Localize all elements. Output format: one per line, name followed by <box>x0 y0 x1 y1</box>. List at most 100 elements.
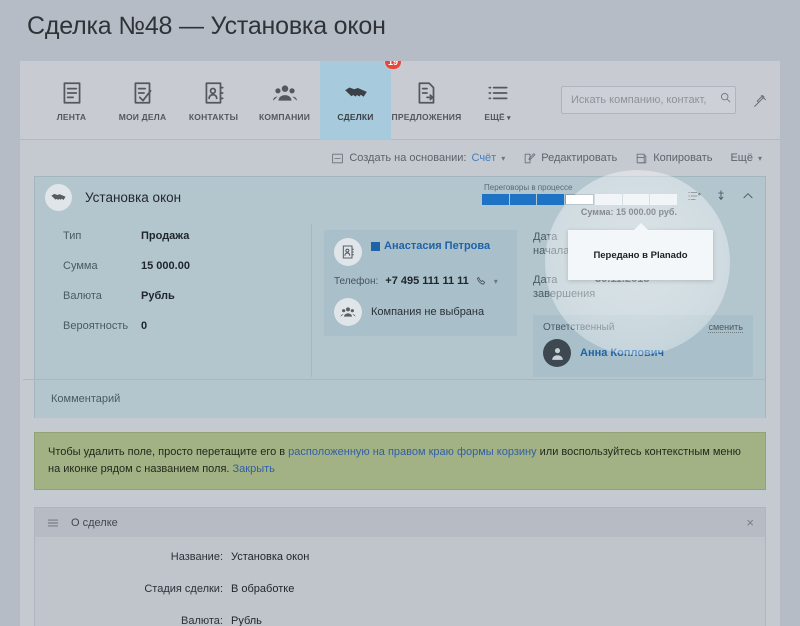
about-value: Рубль <box>231 615 262 626</box>
handshake-icon <box>45 184 72 211</box>
field-label: Валюта <box>63 290 102 302</box>
call-icon[interactable] <box>476 276 487 287</box>
page-title: Сделка №48 — Установка окон <box>27 12 386 40</box>
field-row: Сумма 15 000.00 <box>63 260 311 272</box>
field-row: Валюта Рубль <box>63 290 311 302</box>
search-input[interactable] <box>562 94 719 106</box>
progress-segment[interactable] <box>482 194 509 205</box>
field-value: 15 000.00 <box>141 260 190 272</box>
companies-icon <box>272 80 298 106</box>
nav-items: ЛЕНТА МОИ ДЕЛА КОНТАКТЫ КОМПАНИИ СДЕЛКИ … <box>36 61 533 140</box>
nav-item-kontakty[interactable]: КОНТАКТЫ <box>178 61 249 140</box>
deal-card: Установка окон Переговоры в процессе Сум… <box>23 176 766 419</box>
about-deal-body: Название: Установка окон Стадия сделки: … <box>35 537 765 626</box>
contact-card-icon <box>334 238 362 266</box>
deals-handshake-icon <box>343 80 369 106</box>
hint-close-link[interactable]: Закрыть <box>233 463 275 475</box>
chevron-up-icon[interactable] <box>741 189 755 203</box>
create-based-on-value[interactable]: Счёт <box>472 152 497 164</box>
nav-label: КОМПАНИИ <box>258 111 311 122</box>
responsible-header: Ответственный сменить <box>543 322 743 334</box>
feed-icon <box>59 80 85 106</box>
deal-card-header: Установка окон Переговоры в процессе Сум… <box>35 177 765 218</box>
deal-card-tools <box>687 189 755 203</box>
nav-label-text: ЕЩЁ <box>484 111 505 122</box>
responsible-label: Ответственный <box>543 322 615 334</box>
about-label: Название: <box>170 551 223 564</box>
edit-icon <box>523 152 536 165</box>
hint-text-before: Чтобы удалить поле, просто перетащите ег… <box>48 446 289 459</box>
about-row: Стадия сделки: В обработке <box>35 583 765 595</box>
nav-item-moi-dela[interactable]: МОИ ДЕЛА <box>107 61 178 140</box>
chevron-down-icon[interactable]: ▾ <box>494 277 498 286</box>
nav-item-lenta[interactable]: ЛЕНТА <box>36 61 107 140</box>
phone-value[interactable]: +7 495 111 11 11 <box>385 275 469 287</box>
comment-label[interactable]: Комментарий <box>23 379 765 418</box>
progress-segment-current[interactable] <box>565 194 594 205</box>
responsible-person[interactable]: Анна Коплович <box>543 339 743 368</box>
more-actions-button[interactable]: Ещё ▾ <box>730 152 762 164</box>
about-label: Стадия сделки: <box>144 583 223 596</box>
progress-segment[interactable] <box>594 194 622 205</box>
about-row: Название: Установка окон <box>35 551 765 563</box>
list-dropdown-icon[interactable] <box>687 189 701 203</box>
deal-stage-progress[interactable]: Переговоры в процессе Сумма: 15 000.00 р… <box>482 183 678 217</box>
responsible-box: Ответственный сменить Анна Коплович <box>533 315 753 378</box>
contacts-icon <box>201 80 227 106</box>
create-based-on-button[interactable]: Создать на основании: Счёт ▾ <box>331 152 505 165</box>
close-icon[interactable]: × <box>746 516 754 529</box>
contact-column: Анастасия Петрова Телефон: +7 495 111 11… <box>312 224 517 377</box>
copy-icon <box>635 152 648 165</box>
companies-icon <box>334 298 362 326</box>
field-value: Продажа <box>141 230 190 242</box>
nav-item-kompanii[interactable]: КОМПАНИИ <box>249 61 320 140</box>
progress-segment[interactable] <box>650 194 678 205</box>
search-icon[interactable] <box>719 91 738 109</box>
deal-sum-caption: Сумма: 15 000.00 руб. <box>580 207 677 217</box>
pin-icon[interactable] <box>714 189 728 203</box>
about-label: Валюта: <box>181 615 223 626</box>
company-row[interactable]: Компания не выбрана <box>334 298 507 326</box>
hint-link[interactable]: расположенную на правом краю формы корзи… <box>288 446 536 458</box>
nav-item-sdelki[interactable]: СДЕЛКИ 19 <box>320 61 402 140</box>
search-box[interactable] <box>561 86 736 114</box>
about-deal-header: О сделке × <box>35 508 765 538</box>
nav-label: ПРЕДЛОЖЕНИЯ <box>391 111 462 122</box>
nav-label: СДЕЛКИ <box>337 111 374 122</box>
progress-segment[interactable] <box>509 194 537 205</box>
edit-label: Редактировать <box>541 152 618 164</box>
chevron-down-icon[interactable]: ▾ <box>758 154 762 163</box>
progress-segment[interactable] <box>622 194 650 205</box>
copy-label: Копировать <box>653 152 713 164</box>
field-label: Тип <box>63 230 82 242</box>
pin-icon[interactable] <box>752 93 768 109</box>
avatar <box>543 339 571 368</box>
contact-badge-icon <box>371 241 380 251</box>
nav-label: ЛЕНТА <box>56 111 87 122</box>
field-label: Сумма <box>63 260 98 272</box>
nav-item-predlozheniya[interactable]: ПРЕДЛОЖЕНИЯ <box>391 61 462 140</box>
drag-handle-icon[interactable] <box>46 516 60 530</box>
edit-button[interactable]: Редактировать <box>523 152 617 165</box>
field-row: Тип Продажа <box>63 230 311 242</box>
field-value: 0 <box>141 320 148 332</box>
field-label: Вероятность <box>63 320 129 332</box>
create-icon <box>331 152 344 165</box>
copy-button[interactable]: Копировать <box>635 152 712 165</box>
app-window: ЛЕНТА МОИ ДЕЛА КОНТАКТЫ КОМПАНИИ СДЕЛКИ … <box>20 61 780 626</box>
field-row: Вероятность 0 <box>63 320 311 332</box>
about-value: В обработке <box>231 583 295 596</box>
chevron-down-icon[interactable]: ▾ <box>501 154 505 163</box>
change-responsible-link[interactable]: сменить <box>708 322 743 334</box>
progress-segment[interactable] <box>537 194 565 205</box>
nav-label: КОНТАКТЫ <box>188 111 239 122</box>
contact-box: Анастасия Петрова Телефон: +7 495 111 11… <box>324 230 517 336</box>
action-toolbar: Создать на основании: Счёт ▾ Редактирова… <box>20 140 780 176</box>
nav-label: МОИ ДЕЛА <box>118 111 167 122</box>
nav-item-eshe[interactable]: ЕЩЁ ▾ <box>462 61 533 140</box>
nav-label: ЕЩЁ ▾ <box>484 112 510 122</box>
contact-name-link[interactable]: Анастасия Петрова <box>371 240 490 252</box>
responsible-name[interactable]: Анна Коплович <box>580 347 664 359</box>
deal-title: Установка окон <box>85 190 182 205</box>
progress-track[interactable] <box>482 194 678 205</box>
